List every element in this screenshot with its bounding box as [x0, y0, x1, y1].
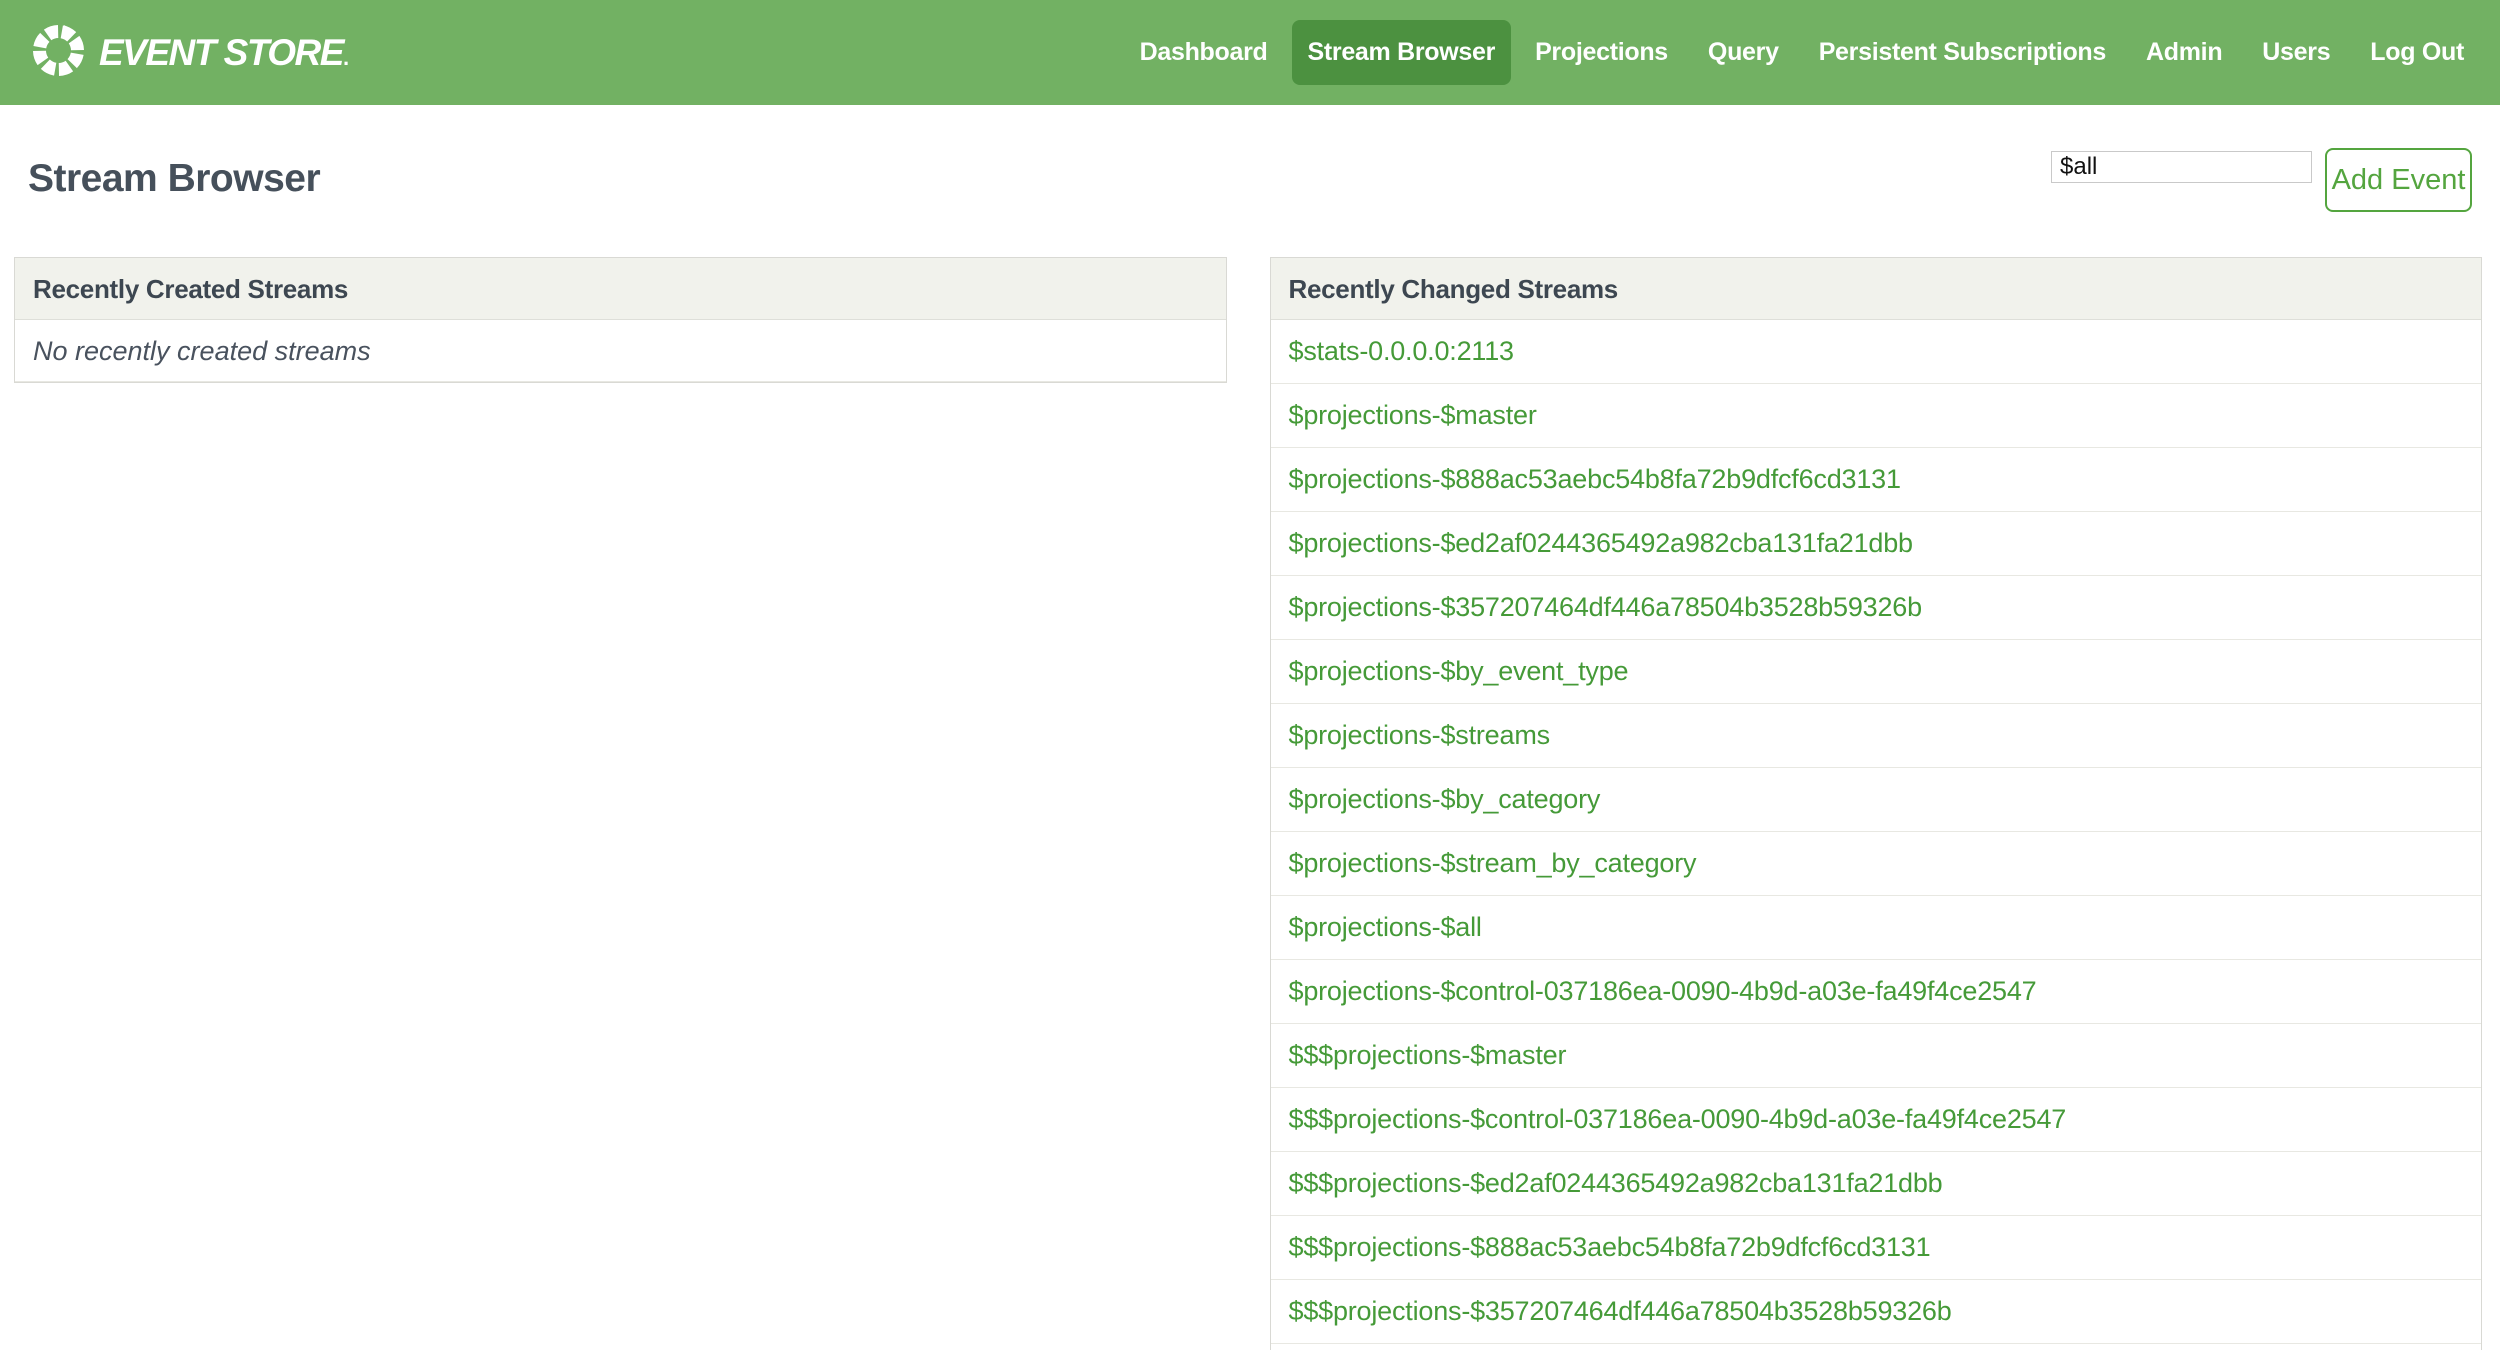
panels: Recently Created Streams No recently cre…	[14, 257, 2482, 1350]
nav-item-stream-browser[interactable]: Stream Browser	[1291, 20, 1512, 85]
nav-item-log-out[interactable]: Log Out	[2354, 20, 2480, 85]
stream-link[interactable]: $projections-$888ac53aebc54b8fa72b9dfcf6…	[1289, 464, 1902, 494]
nav-item-admin[interactable]: Admin	[2130, 20, 2238, 85]
stream-row: $projections-$master	[1270, 384, 2481, 448]
stream-row: $projections-$stream_by_category	[1270, 832, 2481, 896]
changed-streams-list: $stats-0.0.0.0:2113 $projections-$master…	[1270, 320, 2481, 1344]
stream-link[interactable]: $projections-$357207464df446a78504b3528b…	[1289, 592, 1923, 622]
nav-item-dashboard[interactable]: Dashboard	[1124, 20, 1284, 85]
add-event-button[interactable]: Add Event	[2325, 148, 2472, 212]
stream-link[interactable]: $$$projections-$888ac53aebc54b8fa72b9dfc…	[1289, 1232, 1931, 1262]
page-title: Stream Browser	[28, 157, 321, 200]
nav-item-users[interactable]: Users	[2246, 20, 2346, 85]
stream-link[interactable]: $$$projections-$ed2af0244365492a982cba13…	[1289, 1168, 1943, 1198]
stream-row: $projections-$control-037186ea-0090-4b9d…	[1270, 960, 2481, 1024]
stream-row: $projections-$all	[1270, 896, 2481, 960]
page-header: Stream Browser Add Event	[28, 148, 2472, 212]
recently-changed-streams-header: Recently Changed Streams	[1270, 258, 2481, 320]
recently-created-streams-header: Recently Created Streams	[15, 258, 1226, 320]
nav-item-persistent-subscriptions[interactable]: Persistent Subscriptions	[1803, 20, 2122, 85]
no-created-streams-message: No recently created streams	[15, 320, 1226, 382]
nav-item-projections[interactable]: Projections	[1519, 20, 1684, 85]
nav-item-query[interactable]: Query	[1692, 20, 1795, 85]
stream-row: $projections-$ed2af0244365492a982cba131f…	[1270, 512, 2481, 576]
stream-row: $projections-$by_event_type	[1270, 640, 2481, 704]
stream-row: $$$projections-$888ac53aebc54b8fa72b9dfc…	[1270, 1216, 2481, 1280]
brand: EVENT STORE.	[30, 22, 349, 84]
stream-row: $projections-$357207464df446a78504b3528b…	[1270, 576, 2481, 640]
navbar: EVENT STORE. Dashboard Stream Browser Proj…	[0, 0, 2500, 105]
stream-link[interactable]: $projections-$master	[1289, 400, 1537, 430]
stream-row: $$$projections-$master	[1270, 1024, 2481, 1088]
stream-row: $$$projections-$ed2af0244365492a982cba13…	[1270, 1152, 2481, 1216]
stream-row: $projections-$by_category	[1270, 768, 2481, 832]
brand-name: EVENT STORE.	[99, 31, 349, 73]
stream-name-input[interactable]	[2051, 151, 2312, 183]
stream-link[interactable]: $projections-$by_category	[1289, 784, 1601, 814]
clipped-next-row	[1271, 1344, 2482, 1350]
recently-changed-streams-panel: Recently Changed Streams $stats-0.0.0.0:…	[1269, 257, 2482, 1350]
stream-link[interactable]: $projections-$streams	[1289, 720, 1551, 750]
eventstore-logo-icon	[30, 22, 87, 84]
stream-link[interactable]: $projections-$control-037186ea-0090-4b9d…	[1289, 976, 2037, 1006]
recently-created-streams-panel: Recently Created Streams No recently cre…	[14, 257, 1227, 383]
nav-menu: Dashboard Stream Browser Projections Query P…	[1124, 20, 2480, 85]
header-actions: Add Event	[2051, 148, 2472, 212]
brand-dot: .	[342, 44, 349, 70]
stream-link[interactable]: $projections-$stream_by_category	[1289, 848, 1697, 878]
stream-link[interactable]: $stats-0.0.0.0:2113	[1289, 336, 1515, 366]
stream-link[interactable]: $projections-$all	[1289, 912, 1482, 942]
stream-link[interactable]: $$$projections-$357207464df446a78504b352…	[1289, 1296, 1952, 1326]
stream-link[interactable]: $projections-$by_event_type	[1289, 656, 1629, 686]
stream-row: $$$projections-$357207464df446a78504b352…	[1270, 1280, 2481, 1344]
stream-row: $projections-$888ac53aebc54b8fa72b9dfcf6…	[1270, 448, 2481, 512]
stream-row: $$$projections-$control-037186ea-0090-4b…	[1270, 1088, 2481, 1152]
stream-link[interactable]: $projections-$ed2af0244365492a982cba131f…	[1289, 528, 1914, 558]
stream-link[interactable]: $$$projections-$control-037186ea-0090-4b…	[1289, 1104, 2067, 1134]
stream-row: $stats-0.0.0.0:2113	[1270, 320, 2481, 384]
stream-row: $projections-$streams	[1270, 704, 2481, 768]
stream-link[interactable]: $$$projections-$master	[1289, 1040, 1567, 1070]
